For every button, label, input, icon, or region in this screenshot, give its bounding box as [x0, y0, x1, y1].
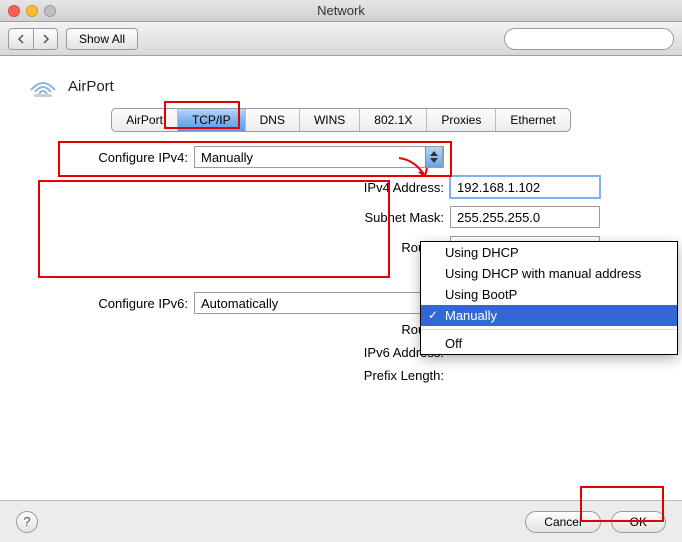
ipv6-address-label: IPv6 Address: — [194, 345, 444, 360]
show-all-button[interactable]: Show All — [66, 28, 138, 50]
tab-airport[interactable]: AirPort — [112, 109, 177, 131]
window-title: Network — [0, 3, 682, 18]
popup-item[interactable]: Off — [421, 333, 677, 354]
configure-ipv4-select[interactable]: Manually — [194, 146, 444, 168]
panel-title: AirPort — [68, 78, 114, 95]
ipv4-address-label: IPv4 Address: — [194, 180, 444, 195]
toolbar: Show All — [0, 22, 682, 56]
nav-segmented — [8, 28, 58, 50]
popup-item[interactable]: Using DHCP with manual address — [421, 263, 677, 284]
subnet-mask-input[interactable] — [450, 206, 600, 228]
footer: ? Cancel OK — [0, 500, 682, 542]
stepper-icon — [425, 146, 443, 168]
panel-header: AirPort — [28, 74, 654, 98]
cancel-button[interactable]: Cancel — [525, 511, 600, 533]
search-input[interactable] — [504, 28, 674, 50]
minimize-window-button[interactable] — [26, 5, 38, 17]
tabs-bar: AirPortTCP/IPDNSWINS802.1XProxiesEtherne… — [28, 108, 654, 132]
configure-ipv6-value: Automatically — [201, 296, 278, 311]
configure-ipv6-select[interactable]: Automatically — [194, 292, 444, 314]
ipv4-address-input[interactable] — [450, 176, 600, 198]
traffic-lights — [0, 5, 56, 17]
airport-icon — [28, 74, 58, 98]
configure-ipv4-value: Manually — [201, 150, 253, 165]
popup-item[interactable]: Using BootP — [421, 284, 677, 305]
popup-item[interactable]: Using DHCP — [421, 242, 677, 263]
titlebar: Network — [0, 0, 682, 22]
forward-button[interactable] — [33, 29, 57, 49]
ipv6-router-label: Router: — [194, 322, 444, 337]
prefix-length-label: Prefix Length: — [194, 368, 444, 383]
configure-ipv4-popup: Using DHCPUsing DHCP with manual address… — [420, 241, 678, 355]
tab-8021x[interactable]: 802.1X — [359, 109, 426, 131]
configure-ipv4-label: Configure IPv4: — [28, 150, 188, 165]
configure-ipv6-label: Configure IPv6: — [28, 296, 188, 311]
tab-tcpip[interactable]: TCP/IP — [177, 109, 245, 131]
popup-item[interactable]: Manually — [421, 305, 677, 326]
chevron-right-icon — [41, 34, 51, 44]
close-window-button[interactable] — [8, 5, 20, 17]
help-icon: ? — [23, 514, 30, 529]
search-box — [504, 28, 674, 50]
ok-button[interactable]: OK — [611, 511, 666, 533]
router-label: Router: — [194, 240, 444, 255]
tab-ethernet[interactable]: Ethernet — [495, 109, 569, 131]
tab-dns[interactable]: DNS — [245, 109, 299, 131]
back-button[interactable] — [9, 29, 33, 49]
tab-wins[interactable]: WINS — [299, 109, 359, 131]
zoom-window-button[interactable] — [44, 5, 56, 17]
tab-proxies[interactable]: Proxies — [426, 109, 495, 131]
subnet-mask-label: Subnet Mask: — [194, 210, 444, 225]
chevron-left-icon — [16, 34, 26, 44]
content-pane: AirPort AirPortTCP/IPDNSWINS802.1XProxie… — [0, 56, 682, 399]
help-button[interactable]: ? — [16, 511, 38, 533]
